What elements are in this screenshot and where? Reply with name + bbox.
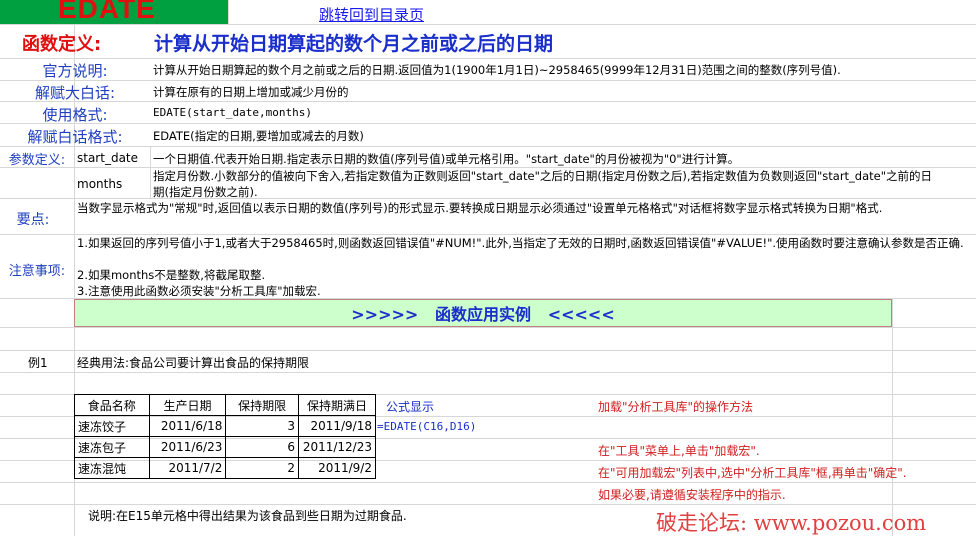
table-cell[interactable]: 3 (225, 415, 299, 437)
param-name-months: months (77, 177, 123, 191)
example-title: 经典用法:食品公司要计算出食品的保持期限 (77, 356, 310, 370)
note-line-3: 3.注意使用此函数必须安装"分析工具库"加载宏. (77, 284, 321, 298)
official-label: 官方说明: (42, 62, 108, 80)
table-cell[interactable]: 2 (225, 457, 299, 479)
addin-step-3: 如果必要,请遵循安装程序中的指示. (598, 488, 786, 502)
table-cell[interactable]: 2011/9/2 (297, 457, 377, 479)
plain-usage-label: 解赋白话格式: (27, 128, 123, 146)
table-cell[interactable]: 速冻包子 (74, 436, 150, 458)
food-table: 食品名称 生产日期 保持期限 保持期满日 速冻饺子 2011/6/18 3 20… (74, 394, 377, 479)
table-cell[interactable]: 2011/9/18 (297, 415, 377, 437)
column-header: 保持期限 (225, 394, 299, 416)
key-points-label: 要点: (16, 212, 50, 228)
column-header: 保持期满日 (297, 394, 377, 416)
column-header: 食品名称 (74, 394, 150, 416)
usage-label: 使用格式: (42, 106, 108, 124)
table-cell[interactable]: 速冻饺子 (74, 415, 150, 437)
param-desc-months: 指定月份数.小数部分的值被向下舍入,若指定数值为正数则返回"start_date… (153, 169, 933, 199)
example-label: 例1 (28, 356, 48, 370)
function-name: EDATE (58, 0, 156, 24)
key-points-text: 当数字显示格式为"常规"时,返回值以表示日期的数值(序列号)的形式显示.要转换成… (77, 201, 883, 215)
official-text: 计算从开始日期算起的数个月之前或之后的日期.返回值为1(1900年1月1日)~2… (153, 63, 841, 77)
table-cell[interactable]: 2011/6/18 (148, 415, 227, 437)
table-row: 速冻饺子 2011/6/18 3 2011/9/18 (74, 415, 377, 437)
params-label: 参数定义: (8, 153, 66, 168)
usage-text: EDATE(start_date,months) (153, 106, 312, 119)
plain-usage-text: EDATE(指定的日期,要增加或减去的月数) (153, 129, 364, 143)
example-note: 说明:在E15单元格中得出结果为该食品到些日期为过期食品. (88, 509, 407, 523)
plain-text: 计算在原有的日期上增加或减少月份的 (153, 85, 349, 99)
table-cell[interactable]: 速冻混饨 (74, 457, 150, 479)
definition-label: 函数定义: (22, 34, 102, 55)
examples-banner: >>>>> 函数应用实例 <<<<< (74, 299, 892, 327)
plain-label: 解赋大白话: (34, 84, 116, 102)
forum-watermark: 破走论坛: www.pozou.com (656, 511, 927, 535)
definition-text: 计算从开始日期算起的数个月之前或之后的日期 (154, 33, 554, 55)
note-line-2: 2.如果months不是整数,将截尾取整. (77, 268, 266, 282)
table-cell[interactable]: 2011/12/23 (297, 436, 377, 458)
notes-label: 注意事项: (8, 264, 66, 279)
examples-banner-text: >>>>> 函数应用实例 <<<<< (351, 305, 615, 324)
function-name-cell: EDATE (0, 0, 228, 24)
back-to-index-link[interactable]: 跳转回到目录页 (319, 4, 424, 25)
table-cell[interactable]: 2011/7/2 (148, 457, 227, 479)
param-desc-start-date: 一个日期值.代表开始日期.指定表示日期的数值(序列号值)或单元格引用。"star… (153, 152, 740, 166)
table-cell[interactable]: 6 (225, 436, 299, 458)
formula-text: =EDATE(C16,D16) (377, 420, 477, 433)
column-header: 生产日期 (148, 394, 227, 416)
addin-step-1: 在"工具"菜单上,单击"加载宏". (598, 444, 760, 458)
table-cell[interactable]: 2011/6/23 (148, 436, 227, 458)
note-line-1: 1.如果返回的序列号值小于1,或者大于2958465时,则函数返回错误值"#NU… (77, 236, 964, 250)
addin-step-2: 在"可用加载宏"列表中,选中"分析工具库"框,再单击"确定". (598, 466, 907, 480)
table-header-row: 食品名称 生产日期 保持期限 保持期满日 (74, 394, 377, 416)
addin-title: 加载"分析工具库"的操作方法 (598, 400, 754, 414)
param-name-start-date: start_date (77, 151, 139, 165)
formula-header: 公式显示 (386, 400, 435, 414)
table-row: 速冻混饨 2011/7/2 2 2011/9/2 (74, 457, 377, 479)
table-row: 速冻包子 2011/6/23 6 2011/12/23 (74, 436, 377, 458)
